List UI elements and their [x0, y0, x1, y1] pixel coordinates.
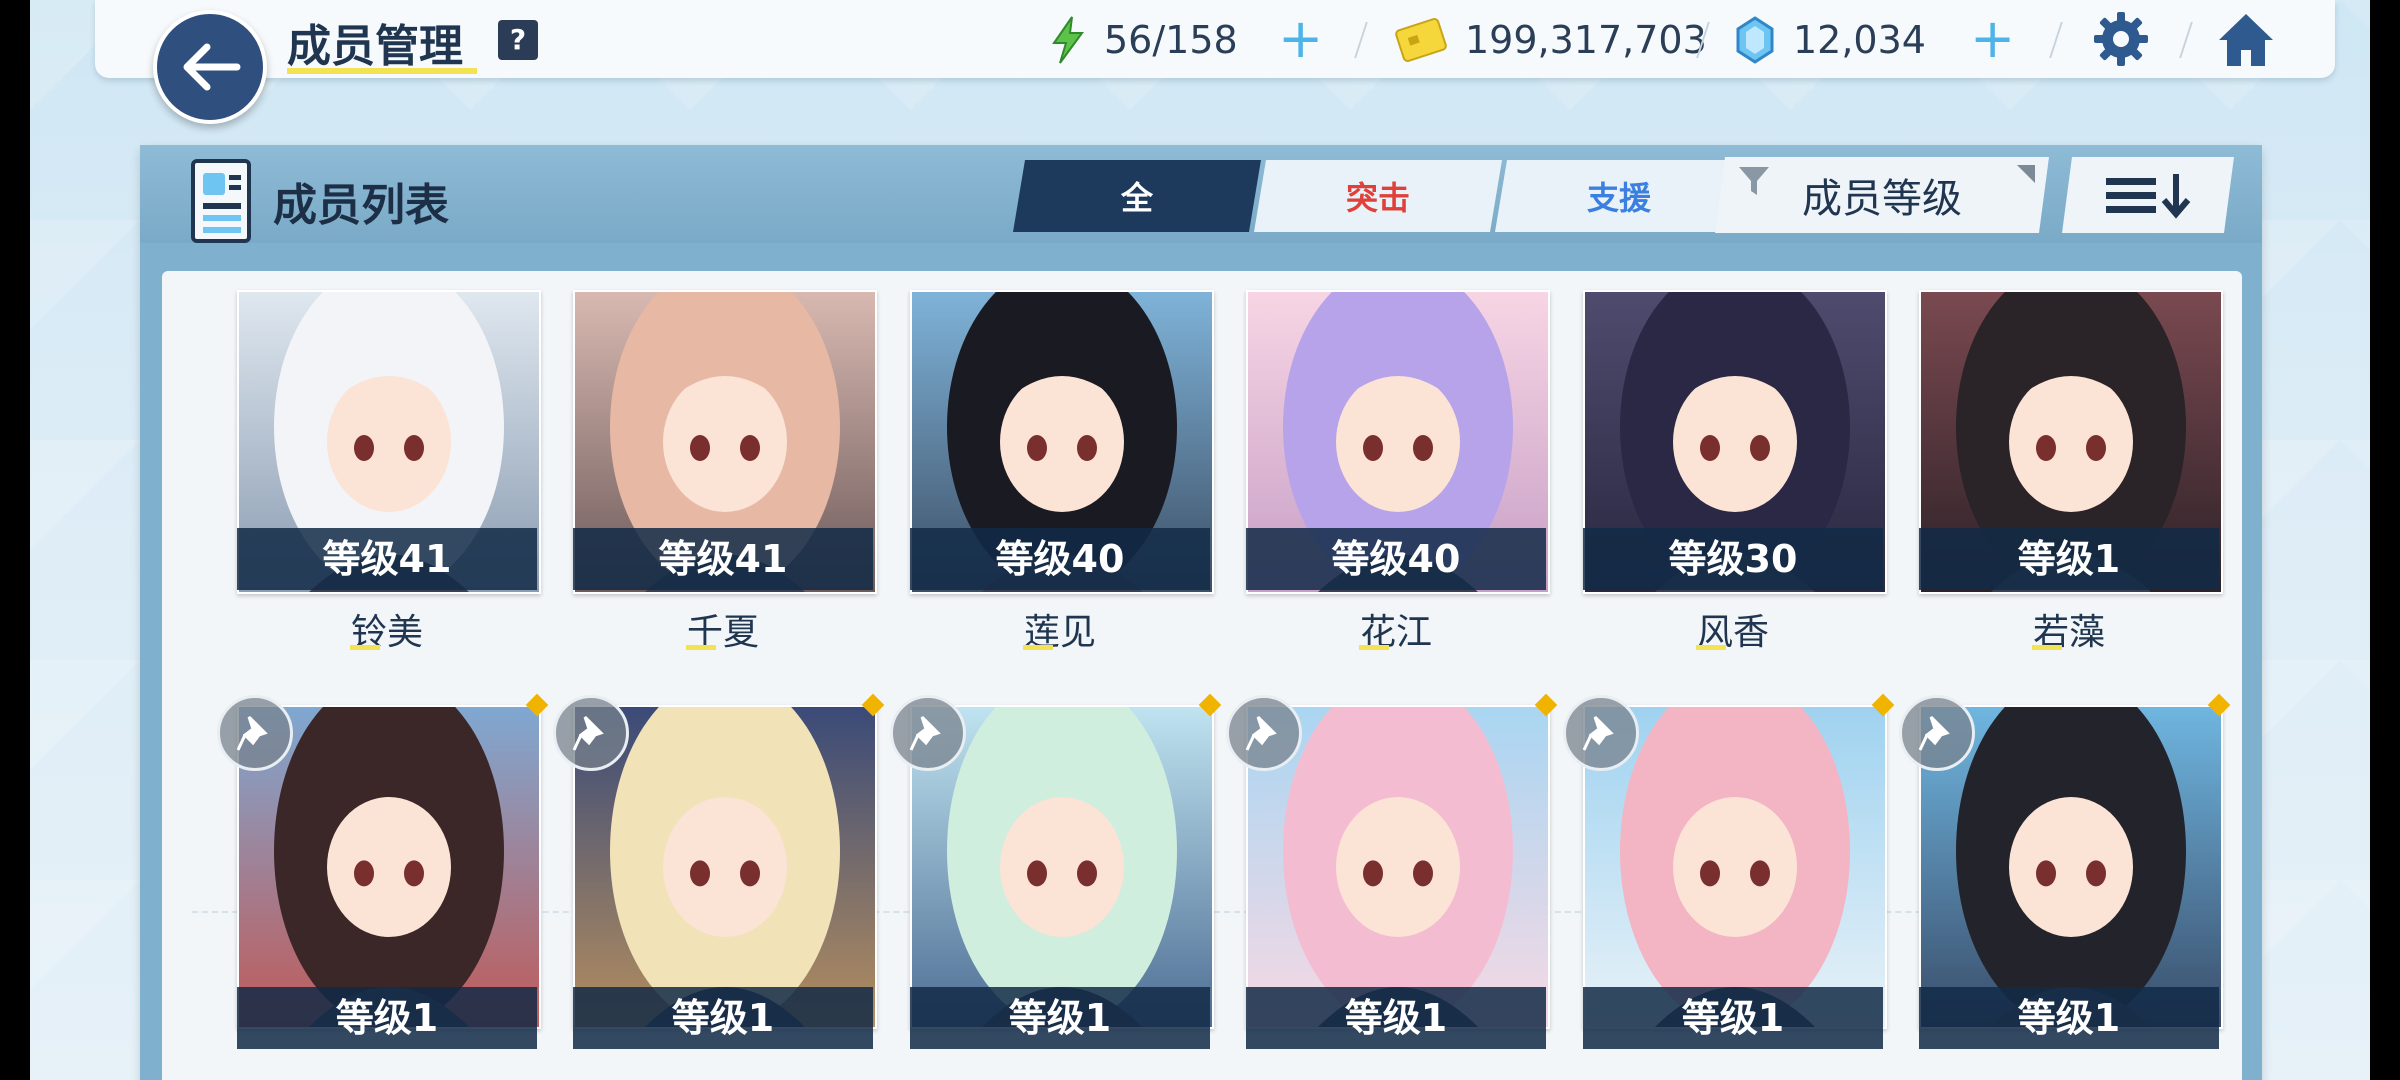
member-card[interactable]: 等级30 风香	[1583, 290, 1887, 653]
member-card[interactable]: 等级40 莲见	[910, 290, 1214, 653]
tab-all-label: 全	[1120, 179, 1153, 217]
roster-icon	[185, 157, 255, 249]
credit-card-icon	[1395, 18, 1447, 62]
settings-button[interactable]	[2092, 10, 2150, 72]
pin-button[interactable]	[890, 695, 966, 771]
pin-icon	[236, 715, 268, 751]
sort-label: 成员等级	[1802, 176, 1962, 222]
credits-counter: 199,317,703	[1395, 12, 1707, 68]
member-level: 等级1	[1246, 987, 1546, 1049]
name-underline	[1023, 645, 1053, 650]
tab-striker[interactable]: 突击	[1254, 160, 1502, 232]
sort-selector[interactable]: 成员等级	[1715, 157, 2049, 233]
panel-title: 成员列表	[273, 180, 449, 231]
ap-counter: 56/158	[1050, 12, 1238, 68]
member-level: 等级40	[1246, 528, 1546, 590]
pin-button[interactable]	[1226, 695, 1302, 771]
member-level: 等级1	[1919, 528, 2219, 590]
member-card[interactable]: 等级1	[1899, 693, 2231, 1049]
gem-icon	[1736, 16, 1774, 64]
name-underline	[1696, 645, 1726, 650]
member-level: 等级1	[910, 987, 1210, 1049]
member-card[interactable]: 等级1	[217, 693, 549, 1049]
page-title: 成员管理	[287, 21, 463, 72]
sort-descending-icon	[2100, 170, 2196, 220]
member-level: 等级41	[573, 528, 873, 590]
home-button[interactable]	[2215, 10, 2277, 74]
member-level: 等级1	[1583, 987, 1883, 1049]
name-underline	[1359, 645, 1389, 650]
add-ap-button[interactable]: +	[1278, 12, 1323, 66]
pin-icon	[909, 715, 941, 751]
ap-value: 56/158	[1104, 18, 1238, 62]
back-button[interactable]	[153, 10, 267, 124]
pin-button[interactable]	[217, 695, 293, 771]
member-level: 等级41	[237, 528, 537, 590]
title-underline	[287, 68, 477, 74]
member-card[interactable]: 等级40 花江	[1246, 290, 1550, 653]
tab-special-label: 支援	[1586, 179, 1651, 217]
member-card[interactable]: 等级1 若藻	[1919, 290, 2223, 653]
member-level: 等级1	[1919, 987, 2219, 1049]
arrow-left-icon	[183, 43, 241, 91]
tab-all[interactable]: 全	[1013, 160, 1261, 232]
pin-button[interactable]	[553, 695, 629, 771]
member-name: 千夏	[686, 612, 759, 653]
pin-icon	[572, 715, 604, 751]
tab-striker-label: 突击	[1345, 179, 1410, 217]
member-card[interactable]: 等级1	[1226, 693, 1558, 1049]
pin-button[interactable]	[1563, 695, 1639, 771]
gems-value: 12,034	[1793, 18, 1926, 62]
pin-icon	[1245, 715, 1277, 751]
tab-special[interactable]: 支援	[1495, 160, 1743, 232]
pin-icon	[1918, 715, 1950, 751]
member-name: 铃美	[350, 612, 423, 653]
member-level: 等级30	[1583, 528, 1883, 590]
member-name: 莲见	[1023, 612, 1096, 653]
name-underline	[350, 645, 380, 650]
help-button[interactable]: ?	[498, 20, 538, 60]
lightning-icon	[1052, 16, 1084, 64]
corner-arrow-icon	[2015, 163, 2037, 185]
name-underline	[686, 645, 716, 650]
add-gems-button[interactable]: +	[1970, 12, 2015, 66]
member-level: 等级1	[237, 987, 537, 1049]
member-level: 等级1	[573, 987, 873, 1049]
member-card[interactable]: 等级41 千夏	[573, 290, 877, 653]
pin-icon	[1582, 715, 1614, 751]
credits-value: 199,317,703	[1465, 18, 1707, 62]
game-screen: 成员管理 ? 56/158 + 199,317,703 12,034 + 成员列…	[30, 0, 2370, 1080]
member-name: 花江	[1359, 612, 1432, 653]
member-name: 风香	[1696, 612, 1769, 653]
gems-counter: 12,034	[1735, 12, 1926, 68]
panel-header: 成员列表 全 突击 支援 成员等级	[140, 145, 2262, 243]
member-name: 若藻	[2032, 612, 2105, 653]
gear-icon	[2094, 12, 2148, 66]
member-card[interactable]: 等级1	[553, 693, 885, 1049]
name-underline	[2032, 645, 2062, 650]
filter-icon	[1737, 165, 1771, 199]
sort-order-button[interactable]	[2062, 157, 2234, 233]
member-card[interactable]: 等级1	[1563, 693, 1895, 1049]
member-level: 等级40	[910, 528, 1210, 590]
member-card[interactable]: 等级41 铃美	[237, 290, 541, 653]
home-icon	[2219, 14, 2273, 66]
member-card[interactable]: 等级1	[890, 693, 1222, 1049]
pin-button[interactable]	[1899, 695, 1975, 771]
